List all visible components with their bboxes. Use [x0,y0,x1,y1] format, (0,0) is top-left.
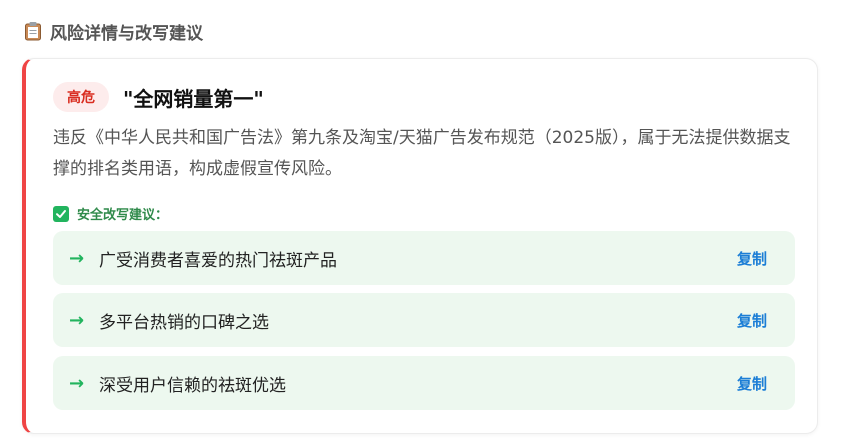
section-title: 风险详情与改写建议 [50,23,203,44]
arrow-right-icon: → [69,372,85,394]
copy-button[interactable]: 复制 [737,310,767,331]
suggestion-item: → 广受消费者喜爱的热门祛斑产品 复制 [53,231,795,285]
risk-card: 高危 "全网销量第一" 违反《中华人民共和国广告法》第九条及淘宝/天猫广告发布规… [22,58,818,434]
suggestion-header: 安全改写建议： [53,204,168,223]
arrow-right-icon: → [69,247,85,269]
arrow-right-icon: → [69,309,85,331]
copy-button[interactable]: 复制 [737,248,767,269]
suggestion-label: 安全改写建议： [77,208,169,223]
suggestion-item: → 深受用户信赖的祛斑优选 复制 [53,356,795,410]
clipboard-icon [24,21,42,41]
suggestion-text: 多平台热销的口碑之选 [99,312,269,333]
risk-description: 违反《中华人民共和国广告法》第九条及淘宝/天猫广告发布规范（2025版），属于无… [53,128,791,179]
suggestion-text: 广受消费者喜爱的热门祛斑产品 [99,250,337,271]
check-icon [53,205,69,222]
suggestion-text: 深受用户信赖的祛斑优选 [99,375,286,396]
suggestion-item: → 多平台热销的口碑之选 复制 [53,293,795,347]
risk-level-badge: 高危 [53,82,109,112]
risk-phrase: "全网销量第一" [123,86,264,111]
copy-button[interactable]: 复制 [737,373,767,394]
risk-title-row: 高危 "全网销量第一" [53,82,264,112]
section-header: 风险详情与改写建议 [24,19,203,44]
